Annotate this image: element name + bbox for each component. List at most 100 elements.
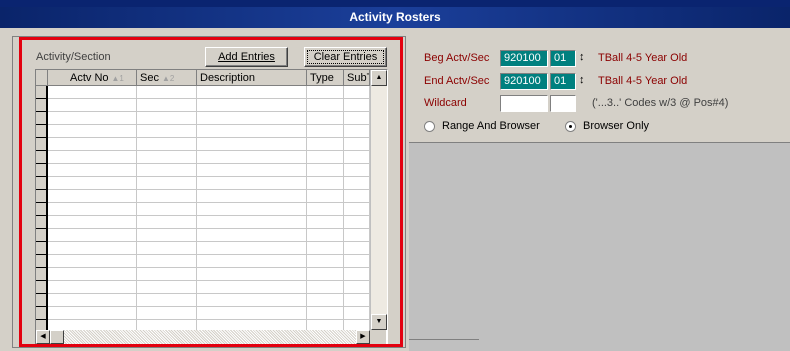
table-cell[interactable] [197,138,307,151]
table-cell[interactable] [307,242,344,255]
row-indicator[interactable] [36,229,48,242]
row-indicator[interactable] [36,138,48,151]
table-cell[interactable] [197,320,307,330]
row-indicator[interactable] [36,164,48,177]
table-cell[interactable] [307,164,344,177]
end-sec-field[interactable]: 01 [550,73,576,90]
table-cell[interactable] [344,177,370,190]
table-row[interactable] [48,320,370,330]
table-cell[interactable] [197,112,307,125]
table-cell[interactable] [197,268,307,281]
table-cell[interactable] [48,307,137,320]
table-cell[interactable] [48,190,137,203]
row-indicator[interactable] [36,281,48,294]
table-cell[interactable] [48,294,137,307]
scroll-up-arrow-icon[interactable]: ▲ [371,70,387,86]
horizontal-scroll-thumb[interactable] [50,330,64,344]
table-cell[interactable] [344,190,370,203]
column-header-sec[interactable]: Sec ▲2 [137,70,197,86]
scroll-left-arrow-icon[interactable]: ◀ [36,330,50,344]
table-cell[interactable] [307,151,344,164]
wildcard-input-2[interactable] [550,95,576,112]
table-cell[interactable] [137,151,197,164]
table-cell[interactable] [344,268,370,281]
table-cell[interactable] [48,151,137,164]
row-indicator[interactable] [36,242,48,255]
table-cell[interactable] [344,320,370,330]
table-row[interactable] [48,255,370,268]
table-cell[interactable] [344,164,370,177]
table-cell[interactable] [344,255,370,268]
table-row[interactable] [48,190,370,203]
table-row[interactable] [48,203,370,216]
table-row[interactable] [48,242,370,255]
table-row[interactable] [48,86,370,99]
table-cell[interactable] [307,229,344,242]
table-cell[interactable] [344,151,370,164]
table-cell[interactable] [344,203,370,216]
table-cell[interactable] [344,307,370,320]
table-cell[interactable] [137,242,197,255]
vertical-scrollbar[interactable]: ▲ ▼ [370,70,387,330]
end-actv-field[interactable]: 920100 [500,73,548,90]
table-cell[interactable] [137,125,197,138]
table-cell[interactable] [137,320,197,330]
table-cell[interactable] [48,268,137,281]
row-indicator[interactable] [36,112,48,125]
table-cell[interactable] [137,281,197,294]
table-cell[interactable] [197,190,307,203]
table-row[interactable] [48,112,370,125]
table-cell[interactable] [307,138,344,151]
table-cell[interactable] [197,99,307,112]
browser-only-label[interactable]: Browser Only [583,120,649,132]
table-row[interactable] [48,268,370,281]
table-row[interactable] [48,125,370,138]
table-cell[interactable] [48,164,137,177]
table-cell[interactable] [137,177,197,190]
table-cell[interactable] [197,86,307,99]
clear-entries-button[interactable]: Clear Entries [304,47,387,67]
table-cell[interactable] [48,203,137,216]
row-indicator[interactable] [36,255,48,268]
table-cell[interactable] [48,216,137,229]
row-indicator[interactable] [36,177,48,190]
table-cell[interactable] [48,138,137,151]
table-cell[interactable] [307,203,344,216]
table-cell[interactable] [307,216,344,229]
table-cell[interactable] [137,112,197,125]
row-indicator[interactable] [36,190,48,203]
table-cell[interactable] [48,281,137,294]
table-cell[interactable] [137,86,197,99]
table-cell[interactable] [197,125,307,138]
table-row[interactable] [48,138,370,151]
table-cell[interactable] [48,99,137,112]
row-indicator[interactable] [36,294,48,307]
table-cell[interactable] [137,99,197,112]
table-cell[interactable] [197,255,307,268]
table-cell[interactable] [307,281,344,294]
add-entries-button[interactable]: Add Entries [205,47,288,67]
column-header-description[interactable]: Description [197,70,307,86]
table-row[interactable] [48,216,370,229]
row-indicator[interactable] [36,125,48,138]
table-cell[interactable] [137,216,197,229]
scroll-down-arrow-icon[interactable]: ▼ [371,314,387,330]
table-cell[interactable] [307,190,344,203]
table-cell[interactable] [344,281,370,294]
activity-grid[interactable]: Actv No▲1 Sec▲2 Description Type SubT ▲ … [35,69,388,346]
table-cell[interactable] [344,229,370,242]
table-cell[interactable] [137,294,197,307]
table-row[interactable] [48,281,370,294]
table-row[interactable] [48,177,370,190]
table-cell[interactable] [197,151,307,164]
table-cell[interactable] [197,229,307,242]
row-indicator[interactable] [36,268,48,281]
column-header-type[interactable]: Type [307,70,344,86]
table-cell[interactable] [307,320,344,330]
column-header-subt[interactable]: SubT [344,70,370,86]
table-cell[interactable] [137,268,197,281]
table-cell[interactable] [48,86,137,99]
table-cell[interactable] [137,307,197,320]
table-cell[interactable] [197,164,307,177]
table-cell[interactable] [137,203,197,216]
